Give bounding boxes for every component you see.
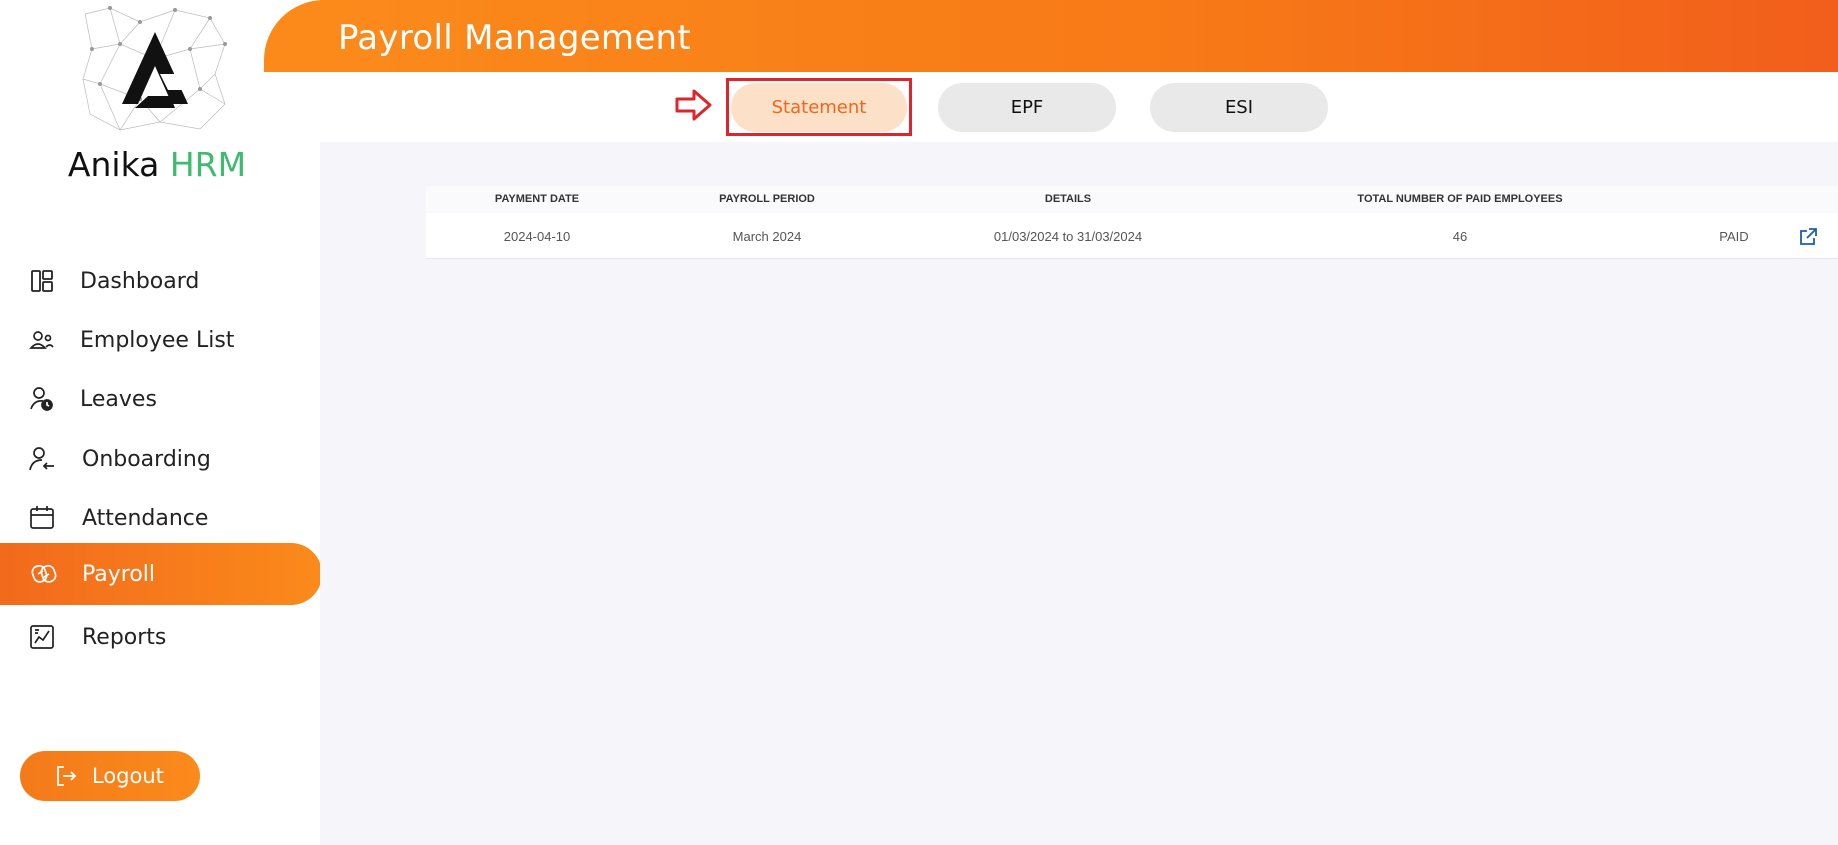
sidebar-item-onboarding[interactable]: Onboarding (0, 428, 322, 490)
highlight-box (726, 78, 912, 136)
sidebar-item-attendance[interactable]: Attendance (0, 487, 322, 549)
payroll-table: PAYMENT DATE PAYROLL PERIOD DETAILS TOTA… (426, 186, 1838, 259)
cell-payment-date: 2024-04-10 (503, 229, 571, 244)
brand-name: Anika HRM (0, 145, 314, 184)
logout-label: Logout (92, 764, 164, 788)
sidebar-item-payroll[interactable]: Payroll (0, 543, 322, 605)
sidebar-item-reports[interactable]: Reports (0, 606, 322, 668)
page-title: Payroll Management (338, 18, 692, 58)
table-row: 2024-04-10 March 2024 01/03/2024 to 31/0… (426, 213, 1838, 259)
column-header-payroll-period: PAYROLL PERIOD (719, 193, 815, 205)
user-clock-icon (28, 385, 56, 413)
sidebar-item-label: Reports (82, 624, 167, 650)
status-badge: PAID (1719, 229, 1749, 244)
logout-icon (54, 764, 78, 788)
column-header-details: DETAILS (1044, 193, 1092, 205)
payroll-icon (30, 560, 58, 588)
sidebar-item-label: Employee List (80, 327, 235, 353)
cell-details: 01/03/2024 to 31/03/2024 (993, 229, 1143, 244)
column-header-total-paid: TOTAL NUMBER OF PAID EMPLOYEES (1357, 193, 1563, 205)
calendar-icon (28, 504, 56, 532)
cell-payroll-period: March 2024 (732, 229, 802, 244)
table-header: PAYMENT DATE PAYROLL PERIOD DETAILS TOTA… (426, 186, 1838, 213)
sidebar-item-label: Dashboard (80, 268, 200, 294)
sidebar: Anika HRM Dashboard Employee List Leaves… (0, 0, 322, 845)
brand-logo (80, 4, 230, 134)
cell-total-paid: 46 (1452, 229, 1468, 244)
sidebar-item-employee-list[interactable]: Employee List (0, 309, 322, 371)
dashboard-icon (28, 267, 56, 295)
logout-button[interactable]: Logout (20, 751, 200, 801)
user-arrow-icon (28, 445, 56, 473)
tab-esi[interactable]: ESI (1150, 83, 1328, 132)
brand-name-suffix: HRM (169, 145, 247, 184)
sidebar-item-label: Leaves (80, 386, 157, 412)
users-icon (28, 326, 56, 354)
sidebar-item-label: Onboarding (82, 446, 211, 472)
tab-epf[interactable]: EPF (938, 83, 1116, 132)
brand-name-main: Anika (67, 145, 160, 184)
sidebar-item-leaves[interactable]: Leaves (0, 368, 322, 430)
column-header-payment-date: PAYMENT DATE (494, 193, 580, 205)
sidebar-item-label: Attendance (82, 505, 209, 531)
sidebar-item-dashboard[interactable]: Dashboard (0, 250, 322, 312)
sidebar-item-label: Payroll (82, 561, 156, 587)
arrow-right-icon (674, 87, 714, 123)
external-link-icon[interactable] (1798, 227, 1818, 247)
chart-icon (28, 623, 56, 651)
